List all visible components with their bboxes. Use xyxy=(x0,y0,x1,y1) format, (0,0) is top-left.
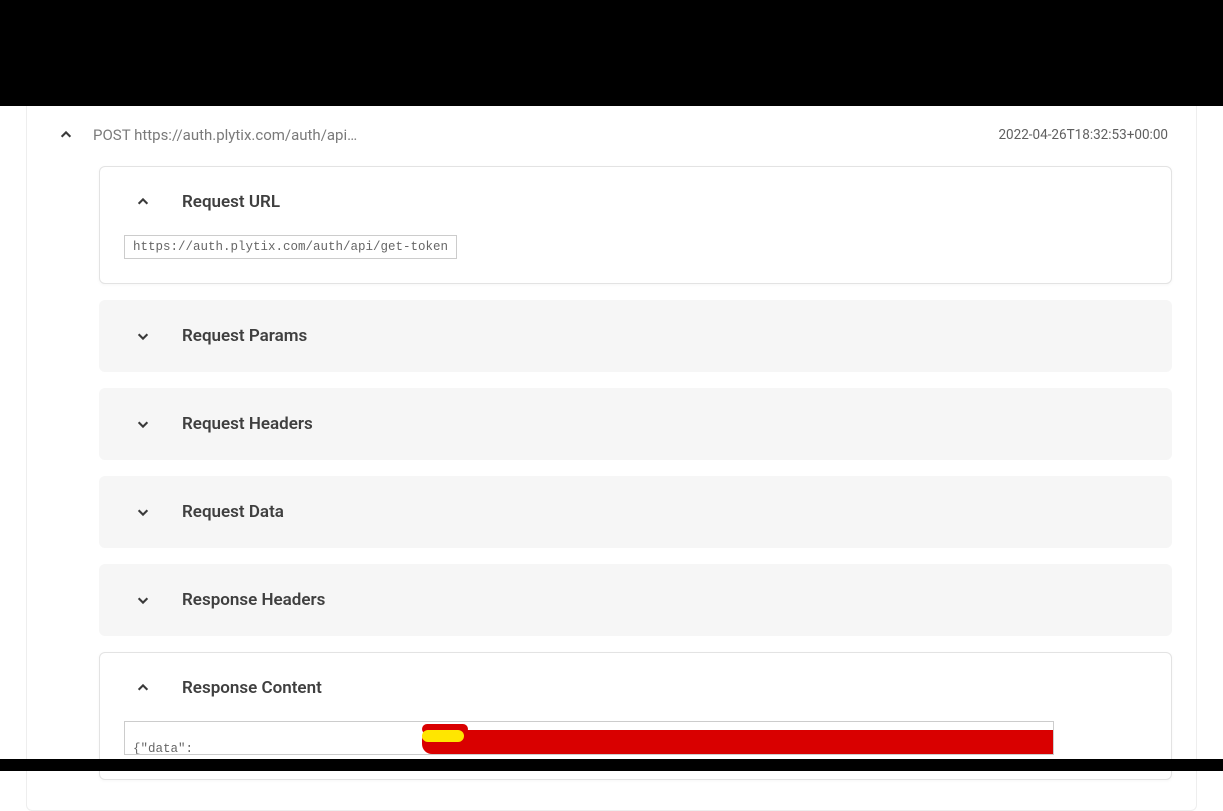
chevron-down-icon xyxy=(132,325,154,347)
request-timestamp: 2022-04-26T18:32:53+00:00 xyxy=(998,127,1168,143)
section-request-url-toggle[interactable]: Request URL xyxy=(124,191,1147,213)
section-response-content-toggle[interactable]: Response Content xyxy=(124,677,1147,699)
section-response-headers: Response Headers xyxy=(99,564,1172,636)
section-request-data: Request Data xyxy=(99,476,1172,548)
highlight-mark xyxy=(422,730,464,742)
section-response-content-title: Response Content xyxy=(182,678,322,698)
section-request-data-toggle[interactable]: Request Data xyxy=(124,501,1147,523)
response-content-code: {"data":[{"access_token": xyxy=(124,721,1054,755)
section-request-headers: Request Headers xyxy=(99,388,1172,460)
section-request-params-title: Request Params xyxy=(182,326,307,346)
section-request-params-toggle[interactable]: Request Params xyxy=(124,325,1147,347)
section-request-headers-title: Request Headers xyxy=(182,414,313,434)
chevron-down-icon xyxy=(132,501,154,523)
chevron-down-icon xyxy=(132,413,154,435)
section-request-data-title: Request Data xyxy=(182,502,284,522)
request-header-row: POST https://auth.plytix.com/auth/api… 2… xyxy=(27,124,1196,166)
request-card: POST https://auth.plytix.com/auth/api… 2… xyxy=(26,106,1197,811)
section-request-params: Request Params xyxy=(99,300,1172,372)
chevron-up-icon xyxy=(132,677,154,699)
bottom-black-bar xyxy=(0,759,1223,771)
chevron-up-icon xyxy=(132,191,154,213)
section-response-headers-title: Response Headers xyxy=(182,590,325,610)
collapse-request-toggle[interactable] xyxy=(55,124,77,146)
request-url-value: https://auth.plytix.com/auth/api/get-tok… xyxy=(124,235,457,259)
section-response-content-body: {"data":[{"access_token": xyxy=(124,721,1147,755)
section-request-url: Request URL https://auth.plytix.com/auth… xyxy=(99,166,1172,284)
section-request-headers-toggle[interactable]: Request Headers xyxy=(124,413,1147,435)
sections-container: Request URL https://auth.plytix.com/auth… xyxy=(27,166,1196,780)
request-summary: POST https://auth.plytix.com/auth/api… xyxy=(93,126,998,144)
chevron-up-icon xyxy=(59,128,73,142)
chevron-down-icon xyxy=(132,589,154,611)
section-response-headers-toggle[interactable]: Response Headers xyxy=(124,589,1147,611)
redaction-mark xyxy=(422,730,1054,754)
section-request-url-body: https://auth.plytix.com/auth/api/get-tok… xyxy=(124,235,1147,259)
top-black-bar xyxy=(0,0,1223,106)
section-request-url-title: Request URL xyxy=(182,192,280,212)
